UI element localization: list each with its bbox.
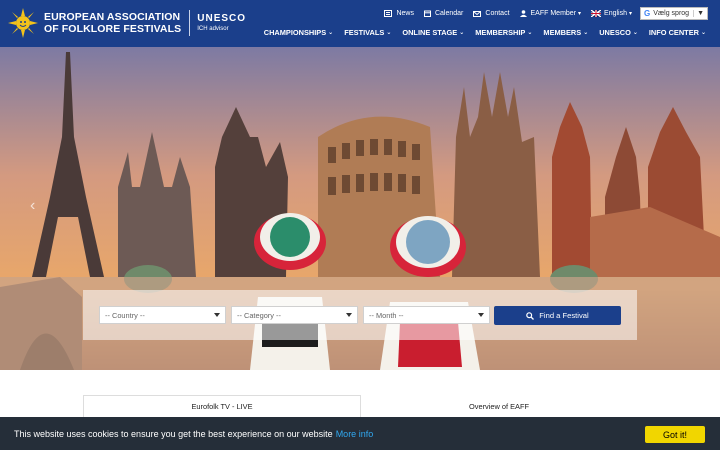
nav-item-membership[interactable]: MEMBERSHIP ⌄ [475,28,532,37]
hero-banner: ‹ -- Country -- -- Category -- -- Month … [0,47,720,370]
contact-label: Contact [485,10,510,17]
find-festival-button[interactable]: Find a Festival [494,306,621,325]
cookie-accept-button[interactable]: Got it! [645,426,705,443]
unesco-subtitle: ICH advisor [197,25,229,32]
google-translate-select[interactable]: G Vælg sprog ▼ [640,7,708,20]
google-g-icon: G [644,9,651,18]
chevron-down-icon: ▾ [578,11,582,17]
chevron-down-icon: ⌄ [328,30,334,36]
member-label: EAFF Member [530,10,577,17]
tab-label: Overview of EAFF [469,401,529,411]
caret-down-icon [214,313,220,317]
festival-search-panel: -- Country -- -- Category -- -- Month --… [83,290,637,340]
newspaper-icon [384,10,393,17]
nav-item-info-center[interactable]: INFO CENTER ⌄ [649,28,706,37]
eaff-logo[interactable]: EUROPEAN ASSOCIATION OF FOLKLORE FESTIVA… [8,8,246,38]
cookie-more-info-link[interactable]: More info [336,429,374,439]
chevron-down-icon: ⌄ [386,30,392,36]
nav-label: INFO CENTER [648,28,699,37]
nav-item-online-stage[interactable]: ONLINE STAGE ⌄ [402,28,464,37]
nav-label: MEMBERSHIP [475,28,526,37]
uk-flag-icon [591,10,602,17]
nav-item-championships[interactable]: CHAMPIONSHIPS ⌄ [264,28,333,37]
envelope-icon [473,10,482,17]
chevron-down-icon: ⌄ [700,30,706,36]
news-label: News [396,10,414,17]
tab-label: Eurofolk TV - LIVE [191,402,253,411]
member-menu[interactable]: EAFF Member ▾ [519,10,582,17]
language-menu[interactable]: English ▾ [591,10,632,17]
calendar-icon [423,10,431,17]
chevron-down-icon: ⌄ [527,30,533,36]
sun-logo-icon [8,8,38,38]
month-select-value: -- Month -- [369,311,404,320]
tab-eurofolk-tv[interactable]: Eurofolk TV - LIVE [83,395,361,417]
top-utility-bar: News Calendar Contact EAFF Member ▾ Engl… [374,7,708,20]
chevron-down-icon: ▾ [629,11,633,17]
chevron-down-icon: ⌄ [632,30,638,36]
nav-label: MEMBERS [543,28,582,37]
nav-item-members[interactable]: MEMBERS ⌄ [543,28,588,37]
tab-overview[interactable]: Overview of EAFF [361,395,637,417]
content-tabs: Eurofolk TV - LIVE Overview of EAFF [83,395,637,417]
nav-label: CHAMPIONSHIPS [263,28,327,37]
main-navigation: CHAMPIONSHIPS ⌄ FESTIVALS ⌄ ONLINE STAGE ⌄ … [253,28,706,37]
caret-down-icon [478,313,484,317]
country-select[interactable]: -- Country -- [99,306,226,324]
category-select-value: -- Category -- [237,311,281,320]
logo-line-2: OF FOLKLORE FESTIVALS [44,23,182,35]
nav-label: UNESCO [599,28,631,37]
site-header: EUROPEAN ASSOCIATION OF FOLKLORE FESTIVA… [0,0,720,47]
nav-label: FESTIVALS [344,28,385,37]
news-link[interactable]: News [384,10,414,17]
logo-text: EUROPEAN ASSOCIATION OF FOLKLORE FESTIVA… [44,11,181,35]
category-select[interactable]: -- Category -- [231,306,358,324]
calendar-label: Calendar [434,10,464,17]
unesco-title: UNESCO [197,12,247,24]
month-select[interactable]: -- Month -- [363,306,490,324]
contact-link[interactable]: Contact [473,10,510,17]
user-icon [519,10,527,17]
cookie-message: This website uses cookies to ensure you … [14,428,333,439]
country-select-value: -- Country -- [105,311,145,320]
logo-line-1: EUROPEAN ASSOCIATION [44,11,181,23]
nav-item-festivals[interactable]: FESTIVALS ⌄ [344,28,391,37]
nav-item-unesco[interactable]: UNESCO ⌄ [599,28,638,37]
unesco-badge: UNESCO ICH advisor [197,13,246,34]
cookie-consent-bar: This website uses cookies to ensure you … [0,417,720,450]
find-festival-label: Find a Festival [539,311,589,320]
carousel-prev-icon[interactable]: ‹ [30,197,35,215]
logo-divider [189,10,191,36]
chevron-down-icon: ⌄ [459,30,465,36]
translate-label: Vælg sprog [653,10,690,17]
nav-label: ONLINE STAGE [402,28,458,37]
search-icon [526,311,535,320]
caret-down-icon [346,313,352,317]
chevron-down-icon: ⌄ [583,30,589,36]
language-label: English [604,10,628,17]
dropdown-arrow-icon: ▼ [693,10,704,17]
calendar-link[interactable]: Calendar [423,10,464,17]
